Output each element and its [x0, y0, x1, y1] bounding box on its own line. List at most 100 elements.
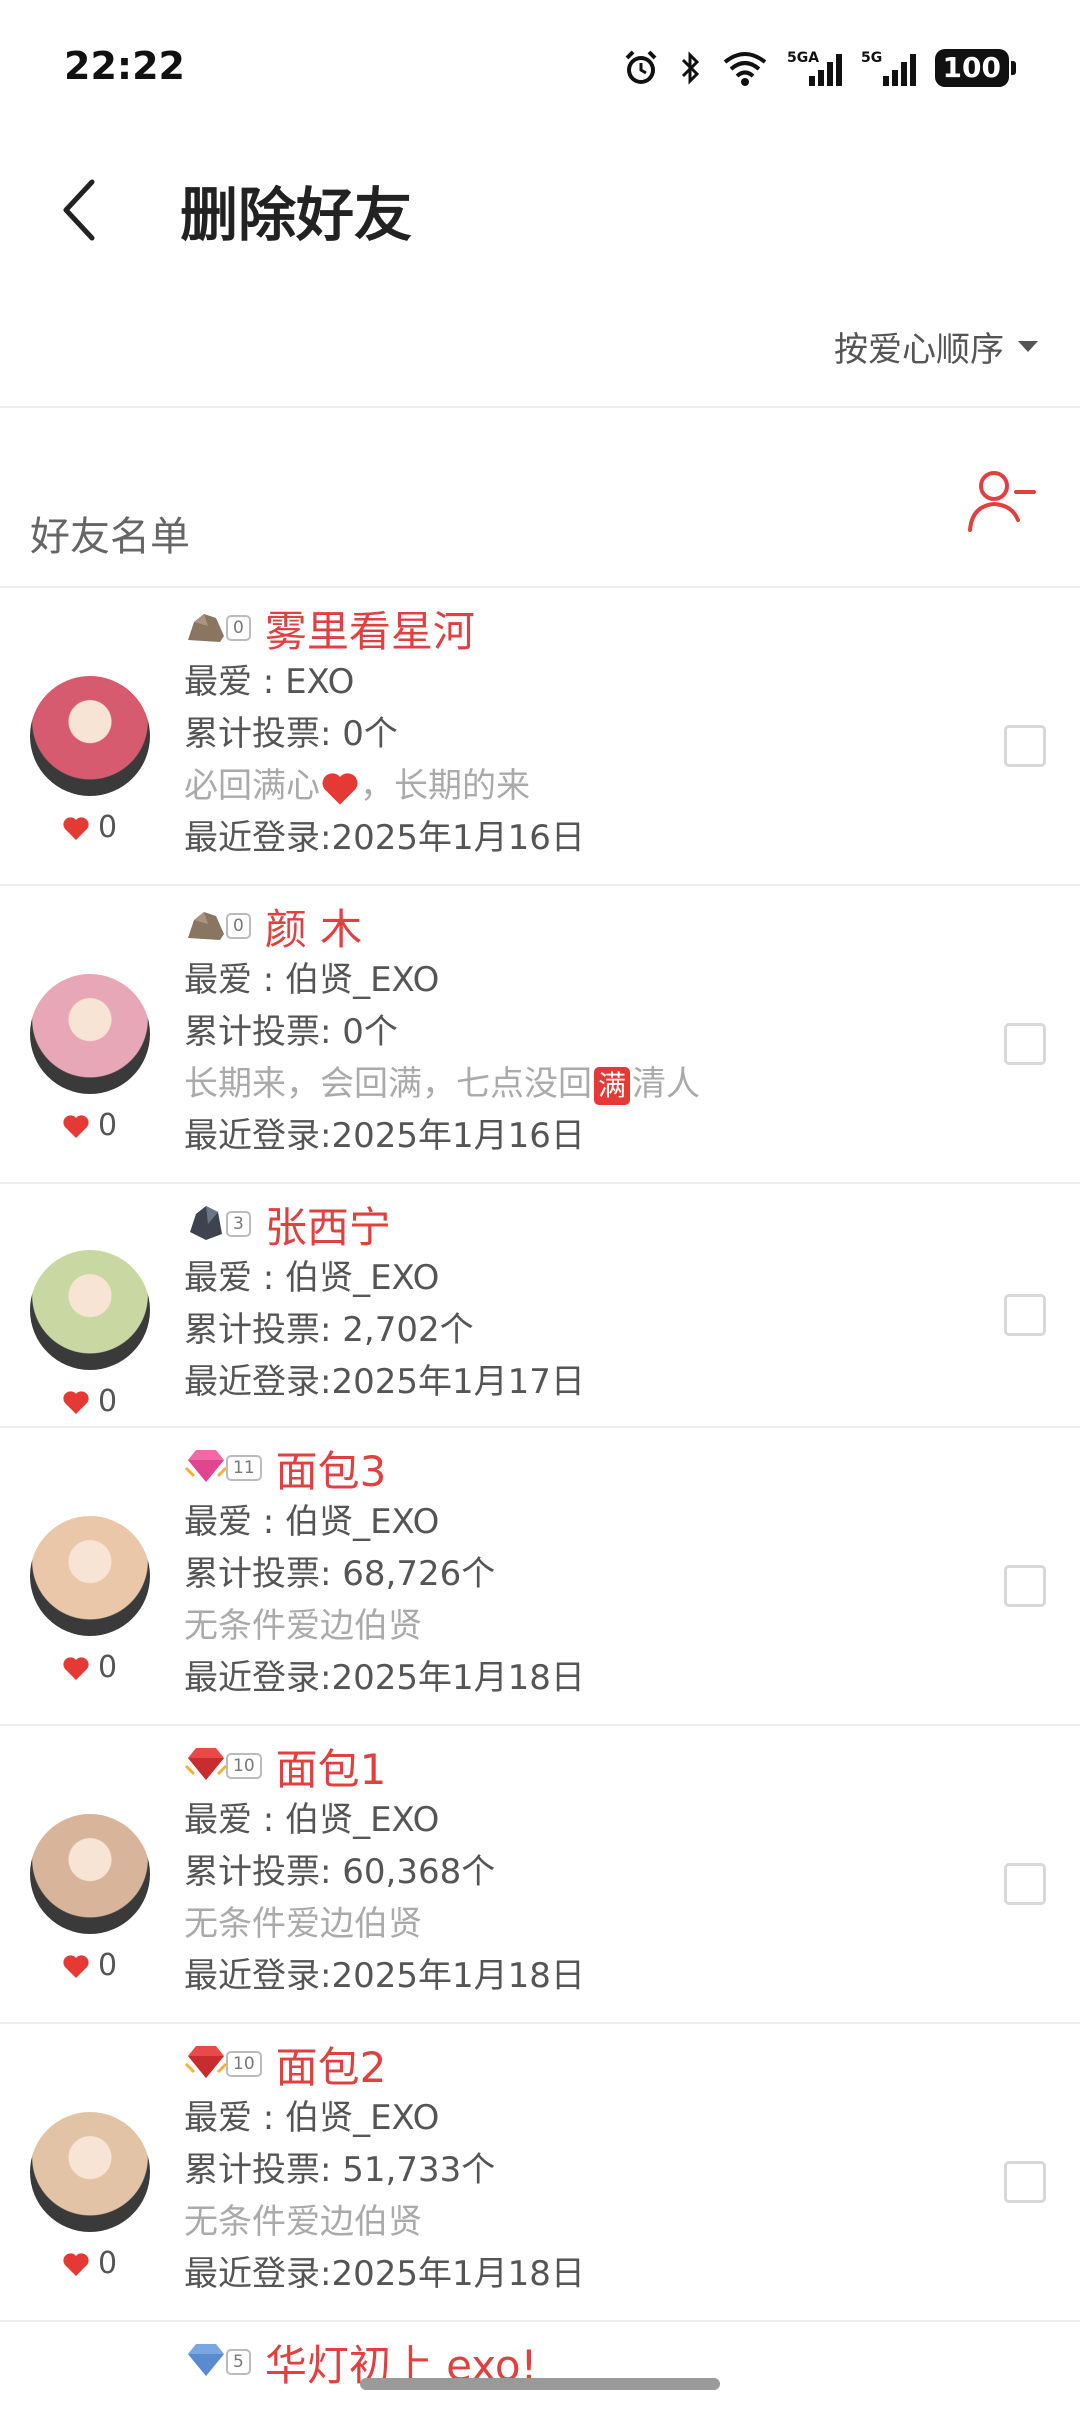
status-message-part: ，长期的来	[360, 766, 530, 806]
avatar[interactable]	[30, 676, 150, 796]
heart-count: 0	[62, 1948, 117, 1983]
votes-line: 累计投票: 0个	[184, 1012, 398, 1052]
friend-list: 0 0 雾里看星河 最爱 : EXO 累计投票: 0个 必回满心 ，长期的来 最近登录:…	[0, 588, 1080, 2390]
friend-name: 面包2	[275, 2042, 387, 2092]
back-button[interactable]	[60, 170, 120, 250]
avatar[interactable]	[30, 1516, 150, 1636]
red-gem-icon	[184, 1744, 228, 1788]
avatar[interactable]	[30, 1250, 150, 1370]
heart-count: 0	[62, 2246, 117, 2281]
bluetooth-icon	[681, 51, 699, 85]
level-badge: 0	[184, 904, 251, 948]
avatar[interactable]	[30, 974, 150, 1094]
votes-line: 累计投票: 68,726个	[184, 1554, 496, 1594]
select-checkbox[interactable]	[1004, 1294, 1046, 1336]
heart-icon	[63, 816, 89, 840]
friends-section-header: 好友名单	[0, 408, 1080, 586]
pink-gem-icon	[184, 1446, 228, 1490]
friend-row[interactable]: 0 11 面包3 最爱 : 伯贤_EXO 累计投票: 68,726个 无条件爱边伯贤…	[0, 1428, 1080, 1726]
alarm-icon	[625, 50, 656, 84]
favorite-line: 最爱 : 伯贤_EXO	[184, 1258, 440, 1298]
heart-count-value: 0	[98, 1108, 118, 1143]
status-bar: 22:22 5GA 5G 100	[0, 0, 1080, 140]
select-checkbox[interactable]	[1004, 1023, 1046, 1065]
friend-name-line: 0 颜 木	[184, 898, 950, 954]
red-gem-icon	[184, 2042, 228, 2086]
friend-info: 0 颜 木 最爱 : 伯贤_EXO 累计投票: 0个 长期来，会回满，七点没回满清人…	[184, 898, 950, 1162]
rock-gem-icon	[184, 904, 228, 948]
status-message: 无条件爱边伯贤	[184, 1606, 422, 1646]
level-badge: 3	[184, 1202, 251, 1246]
select-checkbox[interactable]	[1004, 1565, 1046, 1607]
level-number: 0	[226, 913, 251, 939]
signal-5ga-icon: 5GA	[787, 50, 842, 86]
select-checkbox[interactable]	[1004, 1863, 1046, 1905]
friend-name-line: 10 面包1	[184, 1738, 950, 1794]
rock-gem-icon	[184, 606, 228, 650]
votes-line: 累计投票: 60,368个	[184, 1852, 496, 1892]
heart-icon	[63, 1390, 89, 1414]
friend-name-line: 11 面包3	[184, 1440, 950, 1496]
last-login-line: 最近登录:2025年1月18日	[184, 1956, 585, 1996]
level-number: 3	[226, 1211, 251, 1237]
last-login-line: 最近登录:2025年1月16日	[184, 818, 585, 858]
friend-name-line: 3 张西宁	[184, 1196, 950, 1252]
favorite-line: 最爱 : 伯贤_EXO	[184, 1502, 440, 1542]
friend-row[interactable]: 0 3 张西宁 最爱 : 伯贤_EXO 累计投票: 2,702个最近登录:2025…	[0, 1184, 1080, 1428]
friend-name: 面包3	[275, 1446, 387, 1496]
level-badge: 5	[184, 2340, 251, 2384]
status-message: 长期来，会回满，七点没回满清人	[184, 1058, 950, 1110]
friend-row[interactable]: 0 0 颜 木 最爱 : 伯贤_EXO 累计投票: 0个 长期来，会回满，七点没回满…	[0, 886, 1080, 1184]
status-message-part: 必回满心	[184, 766, 320, 806]
heart-icon	[63, 1656, 89, 1680]
friend-row[interactable]: 0 10 面包2 最爱 : 伯贤_EXO 累计投票: 51,733个 无条件爱边伯贤…	[0, 2024, 1080, 2322]
sort-dropdown[interactable]: 按爱心顺序	[834, 322, 1038, 371]
avatar[interactable]	[30, 2112, 150, 2232]
caret-down-icon	[1018, 341, 1038, 352]
heart-count-value: 0	[98, 1948, 118, 1983]
remove-friend-button[interactable]	[966, 464, 1038, 536]
blue-gem-icon	[184, 2340, 228, 2384]
last-login-line: 最近登录:2025年1月17日	[184, 1362, 585, 1402]
heart-count-value: 0	[98, 1384, 118, 1419]
level-number: 5	[226, 2349, 251, 2375]
friend-name-line: 0 雾里看星河	[184, 600, 950, 656]
heart-count: 0	[62, 1650, 117, 1685]
status-time: 22:22	[64, 44, 185, 88]
level-number: 10	[226, 2051, 262, 2077]
battery-level: 100	[934, 49, 1009, 87]
friend-row[interactable]: 5 华灯初上 exo!	[0, 2322, 1080, 2390]
avatar[interactable]	[30, 1814, 150, 1934]
heart-icon	[63, 1114, 89, 1138]
friend-name-line: 10 面包2	[184, 2036, 950, 2092]
status-message: 无条件爱边伯贤	[184, 1904, 422, 1944]
svg-text:5G: 5G	[861, 50, 882, 66]
chevron-left-icon	[63, 179, 95, 241]
friend-name: 面包1	[275, 1744, 387, 1794]
heart-count-value: 0	[98, 1650, 118, 1685]
favorite-line: 最爱 : 伯贤_EXO	[184, 1800, 440, 1840]
votes-line: 累计投票: 51,733个	[184, 2150, 496, 2190]
votes-line: 累计投票: 2,702个	[184, 1310, 474, 1350]
home-indicator[interactable]	[360, 2378, 720, 2390]
select-checkbox[interactable]	[1004, 725, 1046, 767]
friend-row[interactable]: 0 10 面包1 最爱 : 伯贤_EXO 累计投票: 60,368个 无条件爱边伯贤…	[0, 1726, 1080, 2024]
select-checkbox[interactable]	[1004, 2161, 1046, 2203]
last-login-line: 最近登录:2025年1月16日	[184, 1116, 585, 1156]
friend-row[interactable]: 0 0 雾里看星河 最爱 : EXO 累计投票: 0个 必回满心 ，长期的来 最近登录:…	[0, 588, 1080, 886]
sort-label: 按爱心顺序	[834, 330, 1004, 370]
last-login-line: 最近登录:2025年1月18日	[184, 1658, 585, 1698]
signal-5g-icon: 5G	[861, 50, 916, 86]
heart-icon	[63, 2252, 89, 2276]
heart-icon	[63, 1954, 89, 1978]
heart-count-value: 0	[98, 2246, 118, 2281]
level-number: 0	[226, 615, 251, 641]
friend-info: 11 面包3 最爱 : 伯贤_EXO 累计投票: 68,726个 无条件爱边伯贤最近…	[184, 1440, 950, 1704]
heart-count: 0	[62, 810, 117, 845]
status-message-part: 长期来，会回满，七点没回	[184, 1064, 592, 1104]
friend-info: 10 面包2 最爱 : 伯贤_EXO 累计投票: 51,733个 无条件爱边伯贤 最近…	[184, 2036, 950, 2300]
heart-count-value: 0	[98, 810, 118, 845]
level-badge: 10	[184, 1744, 262, 1788]
status-message: 必回满心 ，长期的来	[184, 760, 950, 812]
level-badge: 10	[184, 2042, 262, 2086]
